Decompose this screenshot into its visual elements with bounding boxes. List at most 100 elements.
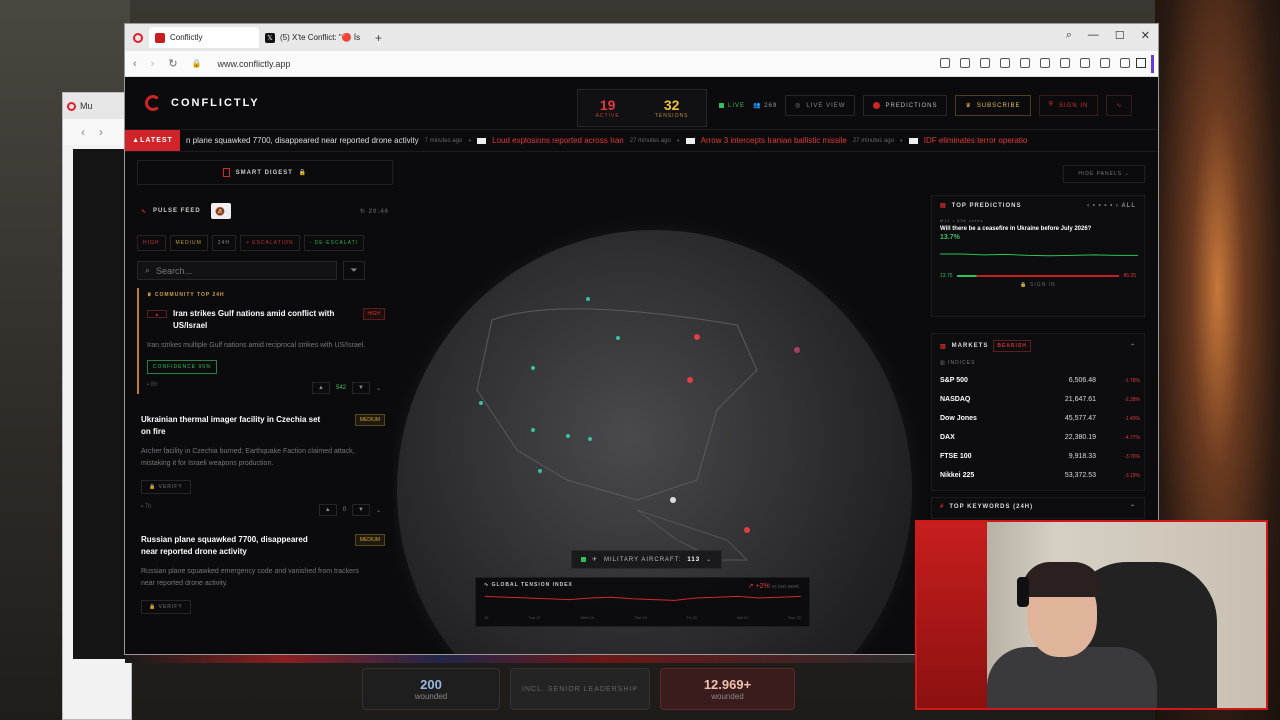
aircraft-marker[interactable] [531,428,535,432]
ticker-item[interactable]: IDF eliminates terror operatio [908,136,1027,145]
close-icon[interactable]: ✕ [1141,29,1150,42]
back-icon[interactable]: ‹ [133,58,137,70]
camera-icon[interactable] [960,58,970,68]
upvote-icon[interactable]: ▲ [312,382,330,394]
opera-logo-icon[interactable] [133,32,143,43]
sign-in-button[interactable]: ⛨ SIGN IN [1038,95,1099,116]
live-view-button[interactable]: ◎ LIVE VIEW [785,95,856,116]
forward-icon[interactable]: › [151,58,155,70]
chevron-down-icon[interactable]: ⌄ [706,556,712,563]
feed-card[interactable]: ♛ COMMUNITY TOP 24H ■ Iran strikes Gulf … [137,288,393,394]
ticker-item[interactable]: n plane squawked 7700, disappeared near … [186,136,471,145]
marker-toronto[interactable] [694,334,700,340]
back-arrow-icon[interactable]: ‹ [81,125,85,139]
search-tabs-icon[interactable]: ⌕ [1066,29,1072,42]
keywords-header[interactable]: # TOP KEYWORDS (24H) ⌃ [932,498,1144,516]
all-link[interactable]: ALL [1121,203,1136,209]
aircraft-marker[interactable] [531,366,535,370]
carousel-dots[interactable]: ‹ • • • • › ALL [1087,203,1136,209]
downvote-icon[interactable]: ▼ [352,382,370,394]
conflictly-favicon-icon [155,32,165,43]
aircraft-marker[interactable] [479,401,483,405]
extensions-box-icon[interactable] [1136,58,1146,68]
verify-button[interactable]: 🔒 VERIFY [141,480,191,494]
feed-card[interactable]: Russian plane squawked 7700, disappeared… [137,530,393,620]
refresh-time[interactable]: ↻ 20:46 [360,208,389,215]
maximize-icon[interactable]: ☐ [1115,29,1125,42]
back-tab-label[interactable]: Mu [80,101,93,111]
marker-atlantic[interactable] [794,347,800,353]
upvote-icon[interactable]: ▲ [318,504,337,516]
filter-de-escalation[interactable]: - DE-ESCALATI [303,235,365,251]
military-aircraft-counter[interactable]: ✈ MILITARY AIRCRAFT: 113 ⌄ [571,550,723,569]
new-tab-icon[interactable]: + [375,31,382,45]
tab-conflictly[interactable]: Conflictly [149,27,259,48]
live-indicator: LIVE [719,103,745,109]
hide-panels-button[interactable]: HIDE PANELS ⌄ [1063,165,1145,183]
search-input[interactable]: ⌕ Search... [137,261,337,280]
market-row[interactable]: FTSE 100 9,918.33 -3.76% [932,447,1144,466]
history-icon[interactable] [1100,58,1110,68]
market-row[interactable]: NASDAQ 21,647.61 -2.28% [932,390,1144,409]
shield-icon[interactable] [980,58,990,68]
ticker-item[interactable]: Arrow 3 intercepts Iranian ballistic mis… [685,136,903,145]
filter-escalation[interactable]: + ESCALATION [239,235,300,251]
chevron-down-icon[interactable]: ⌄ [376,507,381,514]
chevron-down-icon[interactable]: ⌄ [376,385,381,392]
pulse-icon: ∿ [141,208,148,215]
prediction-sign-in[interactable]: 🔒 SIGN IN [932,282,1144,288]
chevron-up-icon[interactable]: ⌃ [1130,343,1136,350]
chevron-up-icon[interactable]: ⌃ [1130,504,1136,511]
downvote-icon[interactable]: ▼ [352,504,370,516]
filter-medium[interactable]: MEDIUM [169,235,208,251]
marker-caribbean[interactable] [744,527,750,533]
marker-cuba[interactable] [670,497,676,503]
forward-arrow-icon[interactable]: › [99,125,103,139]
market-name: Nikkei 225 [940,472,975,479]
predictions-button[interactable]: PREDICTIONS [863,95,948,116]
ticker-item[interactable]: Loud explosions reported across Iran 27 … [477,136,680,145]
edit-icon[interactable] [940,58,950,68]
vpn-icon[interactable] [1000,58,1010,68]
severity-badge: MEDIUM [354,534,385,546]
filter-24h[interactable]: 24H [211,235,236,251]
person-hair [1022,562,1102,597]
brand-name[interactable]: CONFLICTLY [171,97,260,109]
filter-high[interactable]: HIGH [137,235,166,251]
market-row[interactable]: Dow Jones 45,577.47 -1.40% [932,409,1144,428]
live-view-label: LIVE VIEW [806,102,846,109]
marker-washington[interactable] [687,377,693,383]
app-header: CONFLICTLY 19 ACTIVE 32 TENSIONS LIVE 👥 … [125,77,1158,130]
market-row[interactable]: DAX 22,380.19 -4.77% [932,428,1144,447]
download-icon[interactable] [1080,58,1090,68]
market-row[interactable]: S&P 500 6,506.48 -1.78% [932,371,1144,390]
aircraft-marker[interactable] [616,336,620,340]
aircraft-marker[interactable] [588,437,592,441]
reload-icon[interactable]: ↻ [168,57,177,70]
url-field[interactable]: www.conflictly.app [218,59,291,69]
wallet-icon[interactable] [1020,58,1030,68]
mute-bell-icon[interactable]: 🔕 [210,203,231,219]
global-tension-index[interactable]: ∿ GLOBAL TENSION INDEX ↗ +2% vs last wee… [475,577,810,627]
predictions-title: TOP PREDICTIONS [951,202,1022,209]
aircraft-marker[interactable] [538,469,542,473]
smart-digest-button[interactable]: SMART DIGEST 🔒 [137,160,393,185]
activity-button[interactable]: ∿ [1106,95,1133,116]
aircraft-marker[interactable] [586,297,590,301]
tab-x[interactable]: 𝕏 (5) X'te Conflict: "🔴 İsrail [259,27,369,48]
feed-card[interactable]: Ukrainian thermal imager facility in Cze… [137,410,393,516]
market-row[interactable]: Nikkei 225 53,372.53 -3.19% [932,466,1144,485]
subscribe-button[interactable]: ♛ SUBSCRIBE [955,95,1031,116]
verify-button[interactable]: 🔒 VERIFY [141,600,191,614]
filter-funnel-icon[interactable]: ⏷ [343,261,365,280]
ticker-time: 27 minutes ago [852,137,894,144]
market-change: -3.19% [1124,472,1140,479]
profile-icon[interactable] [1120,58,1130,68]
background-browser-window[interactable]: Mu ‹ › [62,92,132,720]
conflictly-logo-icon[interactable] [145,95,161,111]
aircraft-marker[interactable] [566,434,570,438]
heart-icon[interactable] [1060,58,1070,68]
minimize-icon[interactable]: — [1088,29,1099,42]
play-icon[interactable] [1040,58,1050,68]
card-title: Russian plane squawked 7700, disappeared… [141,535,308,556]
